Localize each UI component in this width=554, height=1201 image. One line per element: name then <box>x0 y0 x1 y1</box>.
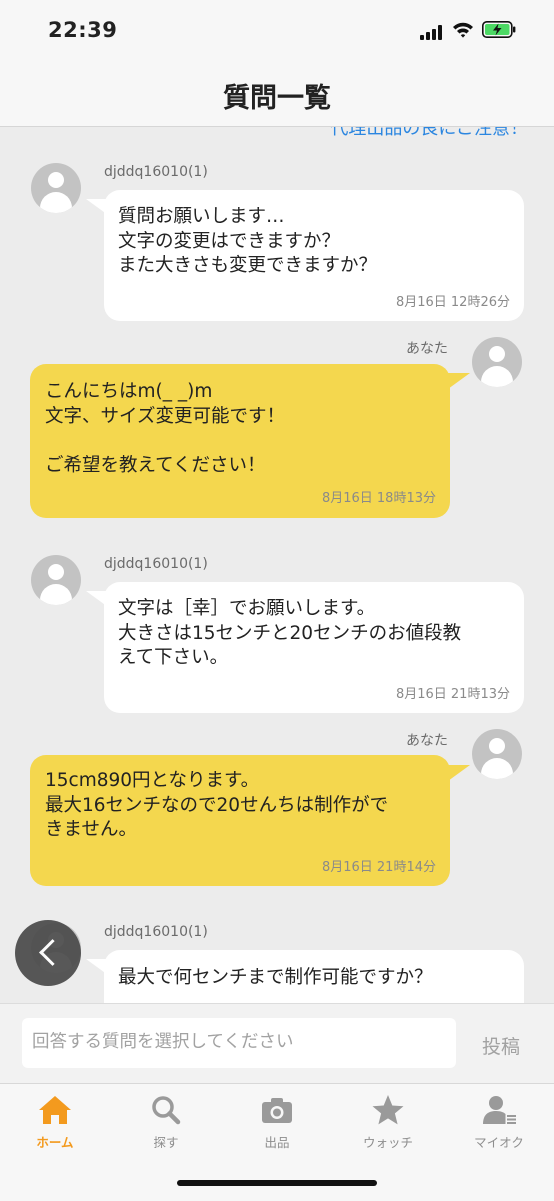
wifi-icon <box>453 22 473 38</box>
search-icon <box>152 1096 181 1125</box>
back-button[interactable] <box>15 920 81 986</box>
tab-label: マイオク <box>474 1135 524 1150</box>
asker-avatar <box>31 163 81 213</box>
message-text: 質問お願いします… 文字の変更はできますか？ また大きさも変更できますか？ <box>118 206 378 276</box>
chevron-left-icon <box>39 939 66 966</box>
home-indicator <box>177 1180 377 1186</box>
status-bar: 22:39 <box>0 0 554 60</box>
message-bubble: 15cm890円となります。 最大16センチなので20せんちは制作がで きません… <box>30 755 450 886</box>
reply-bar: 回答する質問を選択してください 投稿 <box>0 1003 554 1084</box>
my-avatar <box>472 729 522 779</box>
message-text: 15cm890円となります。 最大16センチなので20せんちは制作がで きません… <box>45 770 389 840</box>
status-time: 22:39 <box>48 18 118 42</box>
tab-watch[interactable]: ウォッチ <box>333 1094 443 1154</box>
user-list-icon <box>483 1096 516 1124</box>
camera-icon <box>262 1098 292 1123</box>
message-bubble: 最大で何センチまで制作可能ですか？ <box>104 950 524 1003</box>
message-text: こんにちはm(_ _)m 文字、サイズ変更可能です！ ご希望を教えてください！ <box>45 381 285 476</box>
message-time: 8月16日 21時13分 <box>395 687 510 702</box>
message-time: 8月16日 21時14分 <box>321 860 436 875</box>
message-bubble: こんにちはm(_ _)m 文字、サイズ変更可能です！ ご希望を教えてください！ … <box>30 364 450 518</box>
asker-avatar <box>31 555 81 605</box>
page-title: 質問一覧 <box>223 83 331 114</box>
tab-search[interactable]: 探す <box>111 1094 221 1154</box>
tab-home[interactable]: ホーム <box>0 1094 110 1154</box>
tab-sell[interactable]: 出品 <box>222 1094 332 1154</box>
answer-input-placeholder: 回答する質問を選択してください <box>32 1032 294 1052</box>
cellular-signal-icon <box>420 24 444 40</box>
tab-label: ウォッチ <box>362 1135 413 1150</box>
tab-label: 探す <box>153 1135 179 1150</box>
sender-name: djddq16010(1) <box>104 924 208 940</box>
answer-input[interactable]: 回答する質問を選択してください <box>22 1018 456 1068</box>
my-avatar <box>472 337 522 387</box>
sender-name: あなた <box>406 341 448 357</box>
sender-name: djddq16010(1) <box>104 556 208 572</box>
sender-name: あなた <box>406 733 448 749</box>
bubble-tail <box>448 765 470 781</box>
navigation-bar: 質問一覧 <box>0 60 554 127</box>
tab-my-auction[interactable]: マイオク <box>444 1094 554 1154</box>
star-icon <box>372 1095 404 1125</box>
message-time: 8月16日 18時13分 <box>321 491 436 506</box>
tab-label: ホーム <box>36 1135 74 1150</box>
message-bubble: 質問お願いします… 文字の変更はできますか？ また大きさも変更できますか？ 8月… <box>104 190 524 321</box>
message-text: 最大で何センチまで制作可能ですか？ <box>118 967 433 988</box>
tab-label: 出品 <box>264 1135 290 1150</box>
home-icon <box>39 1096 71 1124</box>
battery-charging-icon <box>482 21 516 38</box>
message-text: 文字は［幸］でお願いします。 大きさは15センチと20センチのお値段教 えて下さ… <box>118 598 462 668</box>
message-time: 8月16日 12時26分 <box>395 295 510 310</box>
proxy-listing-warning-link[interactable]: 代理出品の良にご注意！ <box>330 127 528 140</box>
message-bubble: 文字は［幸］でお願いします。 大きさは15センチと20センチのお値段教 えて下さ… <box>104 582 524 713</box>
question-list[interactable]: 代理出品の良にご注意！ djddq16010(1) 質問お願いします… 文字の変… <box>0 127 554 1003</box>
post-button[interactable]: 投稿 <box>482 1032 520 1059</box>
bubble-tail <box>448 373 470 389</box>
sender-name: djddq16010(1) <box>104 164 208 180</box>
